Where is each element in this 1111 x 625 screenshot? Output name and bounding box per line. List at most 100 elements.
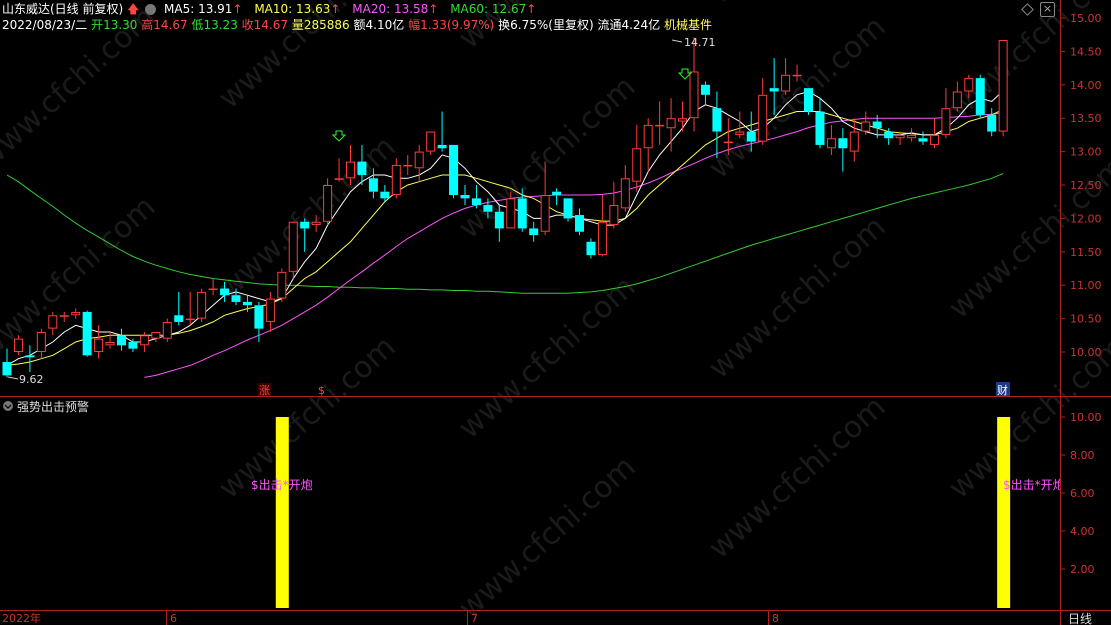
candle[interactable] — [632, 124, 642, 192]
candle-body — [609, 205, 619, 226]
candle[interactable] — [426, 131, 436, 155]
candle-body — [689, 71, 699, 119]
candle[interactable] — [849, 118, 859, 162]
candle-body — [975, 78, 985, 115]
candle[interactable] — [254, 301, 264, 342]
candle[interactable] — [162, 318, 172, 342]
candle[interactable] — [975, 74, 985, 119]
candle-body — [59, 315, 69, 317]
candle-body — [311, 221, 321, 226]
candle-body — [71, 311, 81, 316]
candle[interactable] — [105, 331, 115, 349]
dollar-marker[interactable]: $ — [318, 384, 325, 397]
candle[interactable] — [597, 195, 607, 257]
candle[interactable] — [59, 311, 69, 322]
candle-body — [884, 131, 894, 139]
candle-body — [357, 161, 367, 175]
candle[interactable] — [174, 291, 184, 326]
period-tab[interactable]: 日线 — [1068, 612, 1092, 625]
candle-body — [907, 134, 917, 139]
candle[interactable] — [48, 311, 58, 336]
candle[interactable] — [655, 101, 665, 145]
candle[interactable] — [449, 144, 459, 199]
indicator-menu-icon[interactable] — [3, 401, 13, 411]
candle-body — [506, 198, 516, 229]
watermark-text: www.cfchi.com — [0, 0, 162, 176]
candle[interactable] — [36, 328, 46, 359]
candle[interactable] — [804, 88, 813, 115]
candle-body — [872, 121, 882, 129]
watermark-text: www.cfchi.com — [702, 209, 893, 386]
candle-body — [792, 74, 802, 77]
signal-text-2: $出击*开炮 — [1003, 478, 1065, 492]
candle[interactable] — [277, 268, 287, 302]
candle[interactable] — [678, 101, 688, 132]
price-tick-label: 10.00 — [1070, 346, 1102, 359]
candle-body — [655, 124, 665, 127]
candle-body — [586, 241, 596, 256]
signal-bar[interactable] — [275, 417, 289, 608]
candle-body — [185, 318, 195, 321]
candle[interactable] — [758, 78, 768, 145]
candle[interactable] — [620, 164, 630, 212]
candle[interactable] — [403, 154, 413, 175]
candle-body — [139, 335, 149, 346]
candle-body — [94, 338, 104, 353]
candle[interactable] — [689, 37, 699, 132]
candle-body — [632, 148, 642, 182]
candle[interactable] — [575, 208, 584, 236]
candle[interactable] — [288, 221, 298, 279]
candle[interactable] — [185, 291, 195, 326]
candle-body — [781, 74, 791, 92]
candle-body — [563, 198, 573, 219]
candle[interactable] — [529, 221, 539, 242]
year-label: 2022年 — [2, 611, 41, 625]
candle-body — [575, 215, 584, 232]
candle[interactable] — [815, 98, 825, 149]
candle-body — [117, 335, 126, 346]
candle[interactable] — [918, 131, 928, 145]
candle[interactable] — [563, 198, 573, 222]
down-arrow-icon — [331, 130, 347, 142]
candle[interactable] — [987, 108, 997, 137]
stock-chart[interactable]: www.cfchi.com www.cfchi.comwww.cfchi.com w… — [0, 0, 1111, 625]
candle-body — [735, 131, 745, 135]
candle[interactable] — [700, 81, 710, 105]
candle[interactable] — [552, 188, 562, 206]
candle[interactable] — [907, 128, 917, 142]
candle[interactable] — [826, 124, 836, 155]
candle[interactable] — [323, 178, 333, 226]
candle[interactable] — [94, 325, 104, 359]
candle-body — [105, 341, 115, 346]
candle-body — [449, 144, 459, 196]
candle-body — [529, 228, 539, 236]
candle[interactable] — [838, 128, 848, 172]
candle[interactable] — [586, 238, 596, 259]
signal-bar[interactable] — [997, 417, 1011, 608]
price-tick-label: 12.00 — [1070, 212, 1102, 225]
candle[interactable] — [197, 288, 207, 322]
price-tick-label: 14.50 — [1070, 45, 1102, 58]
candle[interactable] — [666, 98, 676, 152]
candle[interactable] — [643, 118, 653, 172]
candle-body — [483, 205, 493, 212]
candle-body — [552, 191, 562, 196]
candle[interactable] — [460, 185, 470, 206]
candle[interactable] — [609, 181, 619, 229]
candle[interactable] — [998, 40, 1008, 137]
candle-body — [666, 118, 676, 129]
candle[interactable] — [71, 308, 81, 319]
candle-body — [815, 111, 825, 145]
candle[interactable] — [391, 158, 401, 199]
candle[interactable] — [781, 58, 791, 95]
candle[interactable] — [25, 345, 35, 373]
candle[interactable] — [117, 328, 126, 351]
candle[interactable] — [82, 310, 92, 357]
candle[interactable] — [265, 291, 275, 332]
candle[interactable] — [151, 331, 161, 342]
candle-body — [941, 108, 951, 135]
candle-body — [288, 221, 298, 272]
candle[interactable] — [437, 111, 447, 152]
candle[interactable] — [861, 111, 871, 135]
indicator-tick-label: 8.00 — [1070, 449, 1095, 462]
